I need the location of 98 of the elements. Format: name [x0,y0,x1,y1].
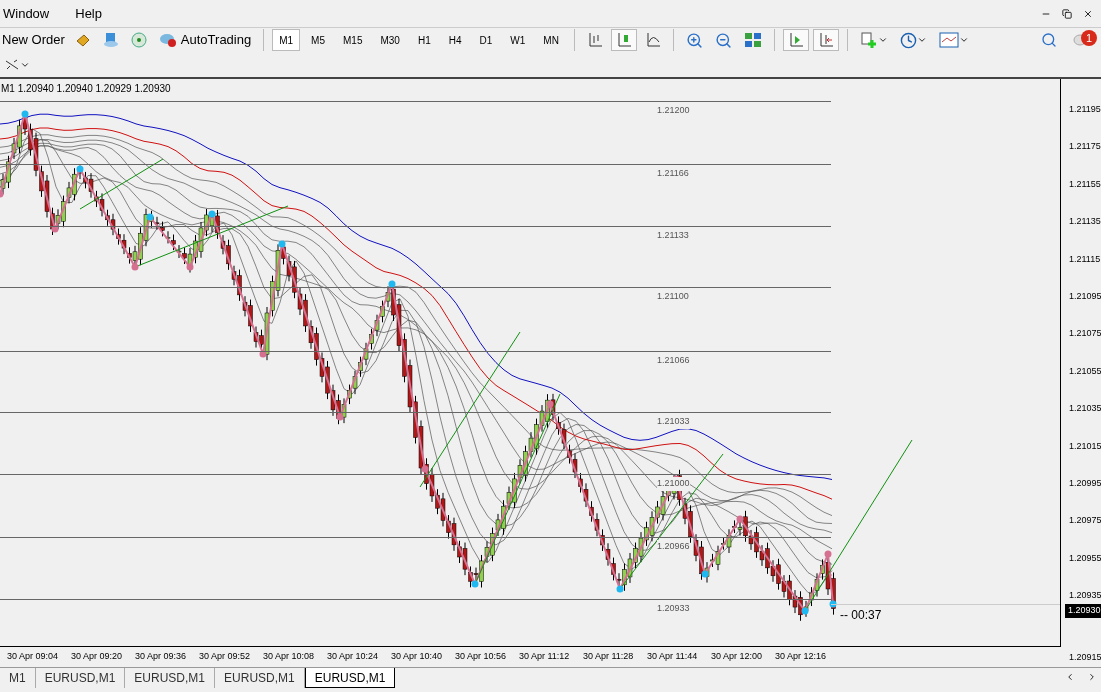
price-axis-label: 1.21195 [1069,103,1101,116]
time-axis-label: 30 Apr 09:20 [71,650,124,664]
time-axis-label: 30 Apr 10:40 [391,650,444,664]
caret-icon [958,35,969,45]
caret-icon [916,35,927,45]
swing-point-marker [829,600,837,608]
chart-tab[interactable]: EURUSD,M1 [304,668,396,688]
swing-point-marker [76,165,84,173]
drawing-tools-icon [4,57,20,72]
price-axis-label: 1.21175 [1069,140,1101,154]
auto-scroll-button[interactable] [782,29,809,51]
timeframe-button[interactable]: MN [536,29,566,51]
new-order-button[interactable]: New Order [0,30,67,50]
swing-point-marker [388,280,396,288]
price-axis-label: 1.20995 [1069,477,1101,490]
signal-icon [130,32,147,48]
current-price-marker: 1.20930 [1065,604,1101,618]
time-axis-label: 30 Apr 12:00 [711,650,764,664]
swing-point-marker [421,465,429,473]
scroll-right-icon[interactable] [1087,672,1097,682]
swing-point-marker [131,263,139,271]
swing-point-marker [278,240,286,248]
timeframe-button[interactable]: M5 [304,29,332,51]
swing-point-marker [701,570,709,578]
swing-point-marker [616,585,624,593]
swing-point-marker [736,515,744,523]
timeframe-button[interactable]: H1 [410,29,438,51]
swing-point-marker [186,263,194,271]
time-axis-label: 30 Apr 11:28 [583,650,635,664]
time-axis-label: 30 Apr 11:44 [647,650,699,664]
play-axis-icon [787,32,804,48]
timeframe-button[interactable]: M30 [373,29,407,51]
time-axis-label: 30 Apr 09:04 [7,650,60,664]
chart-shift-button[interactable] [812,29,839,51]
level-label: 1.21000 [657,477,690,491]
zoom-in-icon [685,31,703,49]
timeframe-button[interactable]: M15 [336,29,370,51]
timeframe-button[interactable]: H4 [441,29,469,51]
chart-tab[interactable]: EURUSD,M1 [35,668,126,688]
time-axis-label: 30 Apr 10:08 [263,650,316,664]
clock-icon [899,31,917,49]
price-axis-label: 1.21075 [1069,327,1101,341]
swing-point-marker [146,213,154,221]
notification-badge: 1 [1081,30,1097,46]
time-axis-label: 30 Apr 11:12 [519,650,571,664]
chart-tab[interactable]: M1 [0,668,36,688]
price-axis-label: 1.20975 [1069,514,1101,528]
swing-point-marker [801,607,809,615]
zoom-out-icon [714,31,732,49]
chart-tab[interactable]: EURUSD,M1 [215,668,305,688]
stop-badge-icon [158,32,177,48]
time-axis-label: 30 Apr 10:56 [455,650,508,664]
price-axis-label: 1.20955 [1069,551,1101,565]
countdown-timer: -- 00:37 [840,607,882,624]
price-axis-label: 1.21055 [1069,364,1101,378]
restore-icon [1062,8,1072,19]
candle-chart-icon [615,32,632,48]
time-axis-label: 30 Apr 12:16 [775,650,828,664]
grid-icon [743,32,762,48]
swing-point-marker [0,190,4,198]
timeframe-button[interactable]: W1 [503,29,533,51]
scroll-left-icon[interactable] [1065,672,1075,682]
price-axis-label: 1.21135 [1069,215,1101,229]
search-icon[interactable] [1041,32,1057,48]
close-icon [1083,8,1093,19]
caret-icon [877,35,888,45]
bar-chart-icon [586,32,603,48]
swing-point-marker [471,580,479,588]
line-chart-icon [644,32,661,48]
chart-window-icon [938,32,959,48]
menu-item[interactable]: Window [0,3,53,24]
price-axis-label: 1.21095 [1069,290,1101,303]
timeframe-button[interactable]: D1 [472,29,500,51]
swing-point-marker [336,413,344,421]
swing-point-marker [208,210,216,218]
swing-point-marker [546,400,554,408]
chart-header: M1 1.20940 1.20940 1.20929 1.20930 [1,82,171,96]
time-axis-label: 30 Apr 09:52 [199,650,252,664]
swing-point-marker [824,550,832,558]
auto-trading-button[interactable]: AutoTrading [154,30,256,50]
level-label: 1.21033 [657,415,690,429]
add-document-icon [859,31,878,49]
swing-point-marker [259,350,267,358]
price-axis-label: 1.20915 [1069,651,1101,664]
timeframe-button[interactable]: M1 [272,29,301,51]
swing-point-marker [21,110,29,118]
chart-tab[interactable]: EURUSD,M1 [125,668,216,688]
price-axis-label: 1.21035 [1069,402,1101,416]
candle-chart-button[interactable] [610,29,637,51]
price-axis-label: 1.21115 [1069,252,1101,266]
shift-axis-icon [817,32,834,48]
swing-point-marker [51,225,59,233]
time-axis-label: 30 Apr 10:24 [327,650,380,664]
time-axis-label: 30 Apr 09:36 [135,650,188,664]
price-axis-label: 1.21155 [1069,177,1101,191]
price-axis-label: 1.21015 [1069,439,1101,453]
price-axis-label: 1.20935 [1069,589,1101,603]
menu-item[interactable]: Help [72,3,105,24]
